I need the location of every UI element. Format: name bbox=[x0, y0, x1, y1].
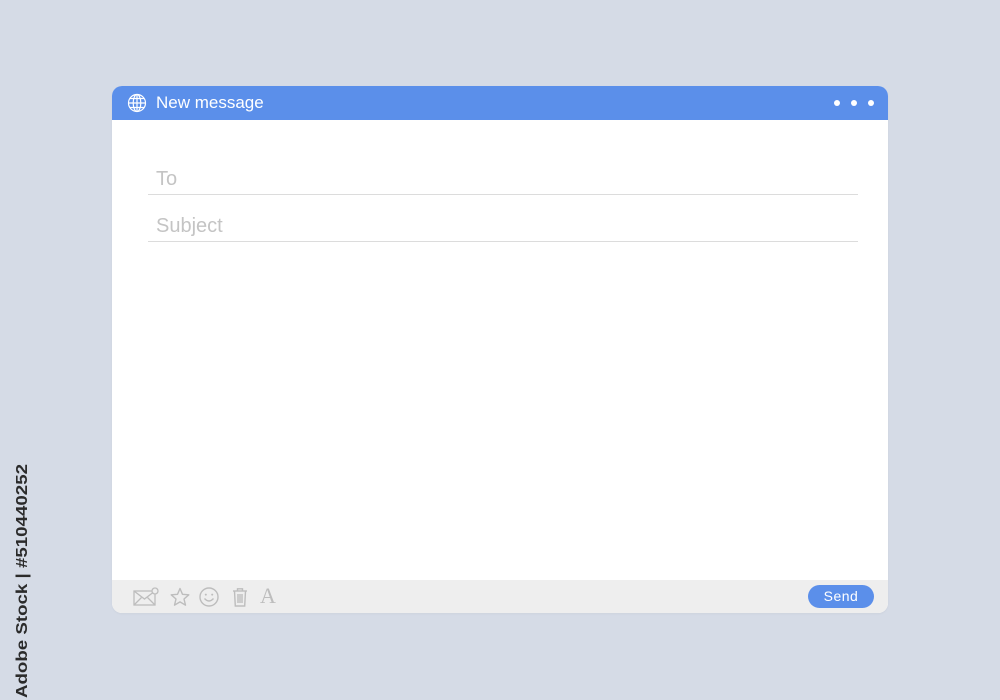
more-options-icon[interactable] bbox=[834, 100, 874, 107]
page: New message To Subject A Send Adobe Stoc… bbox=[0, 0, 1000, 700]
to-field[interactable] bbox=[148, 165, 858, 195]
smiley-icon[interactable] bbox=[198, 586, 220, 608]
globe-icon bbox=[127, 93, 147, 113]
send-button[interactable]: Send bbox=[808, 585, 874, 608]
subject-field[interactable] bbox=[148, 212, 858, 242]
stock-credit-label: Adobe Stock | #510440252 bbox=[14, 464, 31, 698]
title-bar: New message bbox=[112, 86, 888, 120]
stock-credit-text: Adobe Stock | #510440252 bbox=[14, 464, 31, 698]
trash-icon[interactable] bbox=[230, 586, 252, 608]
window-title: New message bbox=[156, 93, 264, 112]
star-icon[interactable] bbox=[169, 586, 191, 608]
font-format-icon[interactable]: A bbox=[260, 584, 276, 608]
compose-window: New message To Subject A Send bbox=[112, 86, 888, 613]
envelope-icon[interactable] bbox=[133, 587, 159, 609]
bottom-toolbar: A Send bbox=[112, 580, 888, 613]
message-body[interactable] bbox=[148, 252, 862, 576]
